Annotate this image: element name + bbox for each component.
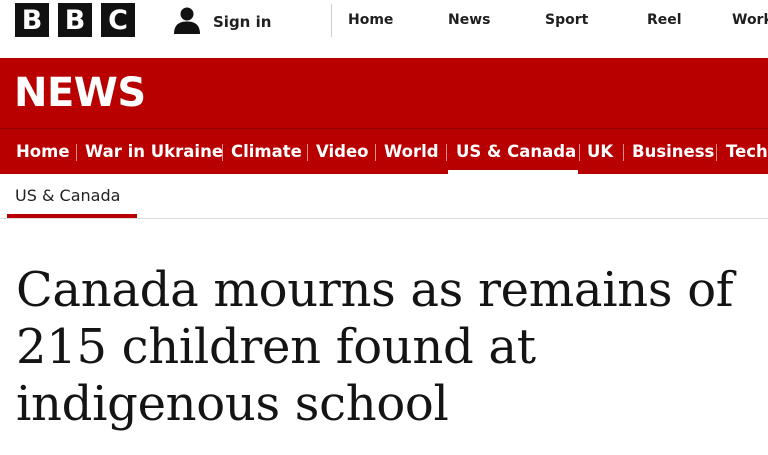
header-divider bbox=[331, 4, 332, 37]
global-nav-home[interactable]: Home bbox=[348, 12, 393, 28]
sign-in-label: Sign in bbox=[213, 13, 272, 31]
global-nav-work[interactable]: Work bbox=[732, 12, 768, 28]
active-tab-indicator bbox=[448, 170, 578, 174]
section-nav-business[interactable]: Business bbox=[632, 129, 714, 174]
nav-separator bbox=[76, 144, 77, 161]
section-nav-video[interactable]: Video bbox=[316, 129, 368, 174]
section-nav-climate[interactable]: Climate bbox=[231, 129, 302, 174]
breadcrumb-section[interactable]: US & Canada bbox=[15, 186, 120, 205]
news-logo[interactable]: NEWS bbox=[14, 70, 146, 116]
nav-separator bbox=[579, 144, 580, 161]
sign-in-button[interactable]: Sign in bbox=[172, 5, 271, 39]
bbc-logo-letter: B bbox=[15, 3, 49, 37]
bbc-logo[interactable]: B B C bbox=[15, 3, 135, 37]
nav-separator bbox=[307, 144, 308, 161]
bbc-logo-letter: C bbox=[101, 3, 135, 37]
global-header: B B C Sign in Home News Sport Reel Work bbox=[0, 0, 768, 58]
global-nav-reel[interactable]: Reel bbox=[647, 12, 682, 28]
section-nav-world[interactable]: World bbox=[384, 129, 439, 174]
nav-separator bbox=[716, 144, 717, 161]
bbc-logo-letter: B bbox=[58, 3, 92, 37]
section-nav: Home War in Ukraine Climate Video World … bbox=[0, 128, 768, 174]
section-nav-home[interactable]: Home bbox=[16, 129, 70, 174]
nav-separator bbox=[623, 144, 624, 161]
news-banner: NEWS bbox=[0, 58, 768, 128]
nav-separator bbox=[375, 144, 376, 161]
section-nav-uk[interactable]: UK bbox=[587, 129, 613, 174]
nav-separator bbox=[222, 144, 223, 161]
nav-separator bbox=[446, 144, 447, 161]
global-nav-news[interactable]: News bbox=[448, 12, 490, 28]
user-icon bbox=[172, 5, 202, 39]
section-nav-war-in-ukraine[interactable]: War in Ukraine bbox=[85, 129, 223, 174]
section-nav-tech[interactable]: Tech bbox=[726, 129, 768, 174]
global-nav-sport[interactable]: Sport bbox=[545, 12, 588, 28]
section-nav-us-canada[interactable]: US & Canada bbox=[456, 129, 576, 174]
breadcrumb-rule bbox=[0, 218, 768, 219]
article-headline: Canada mourns as remains of 215 children… bbox=[16, 262, 734, 432]
